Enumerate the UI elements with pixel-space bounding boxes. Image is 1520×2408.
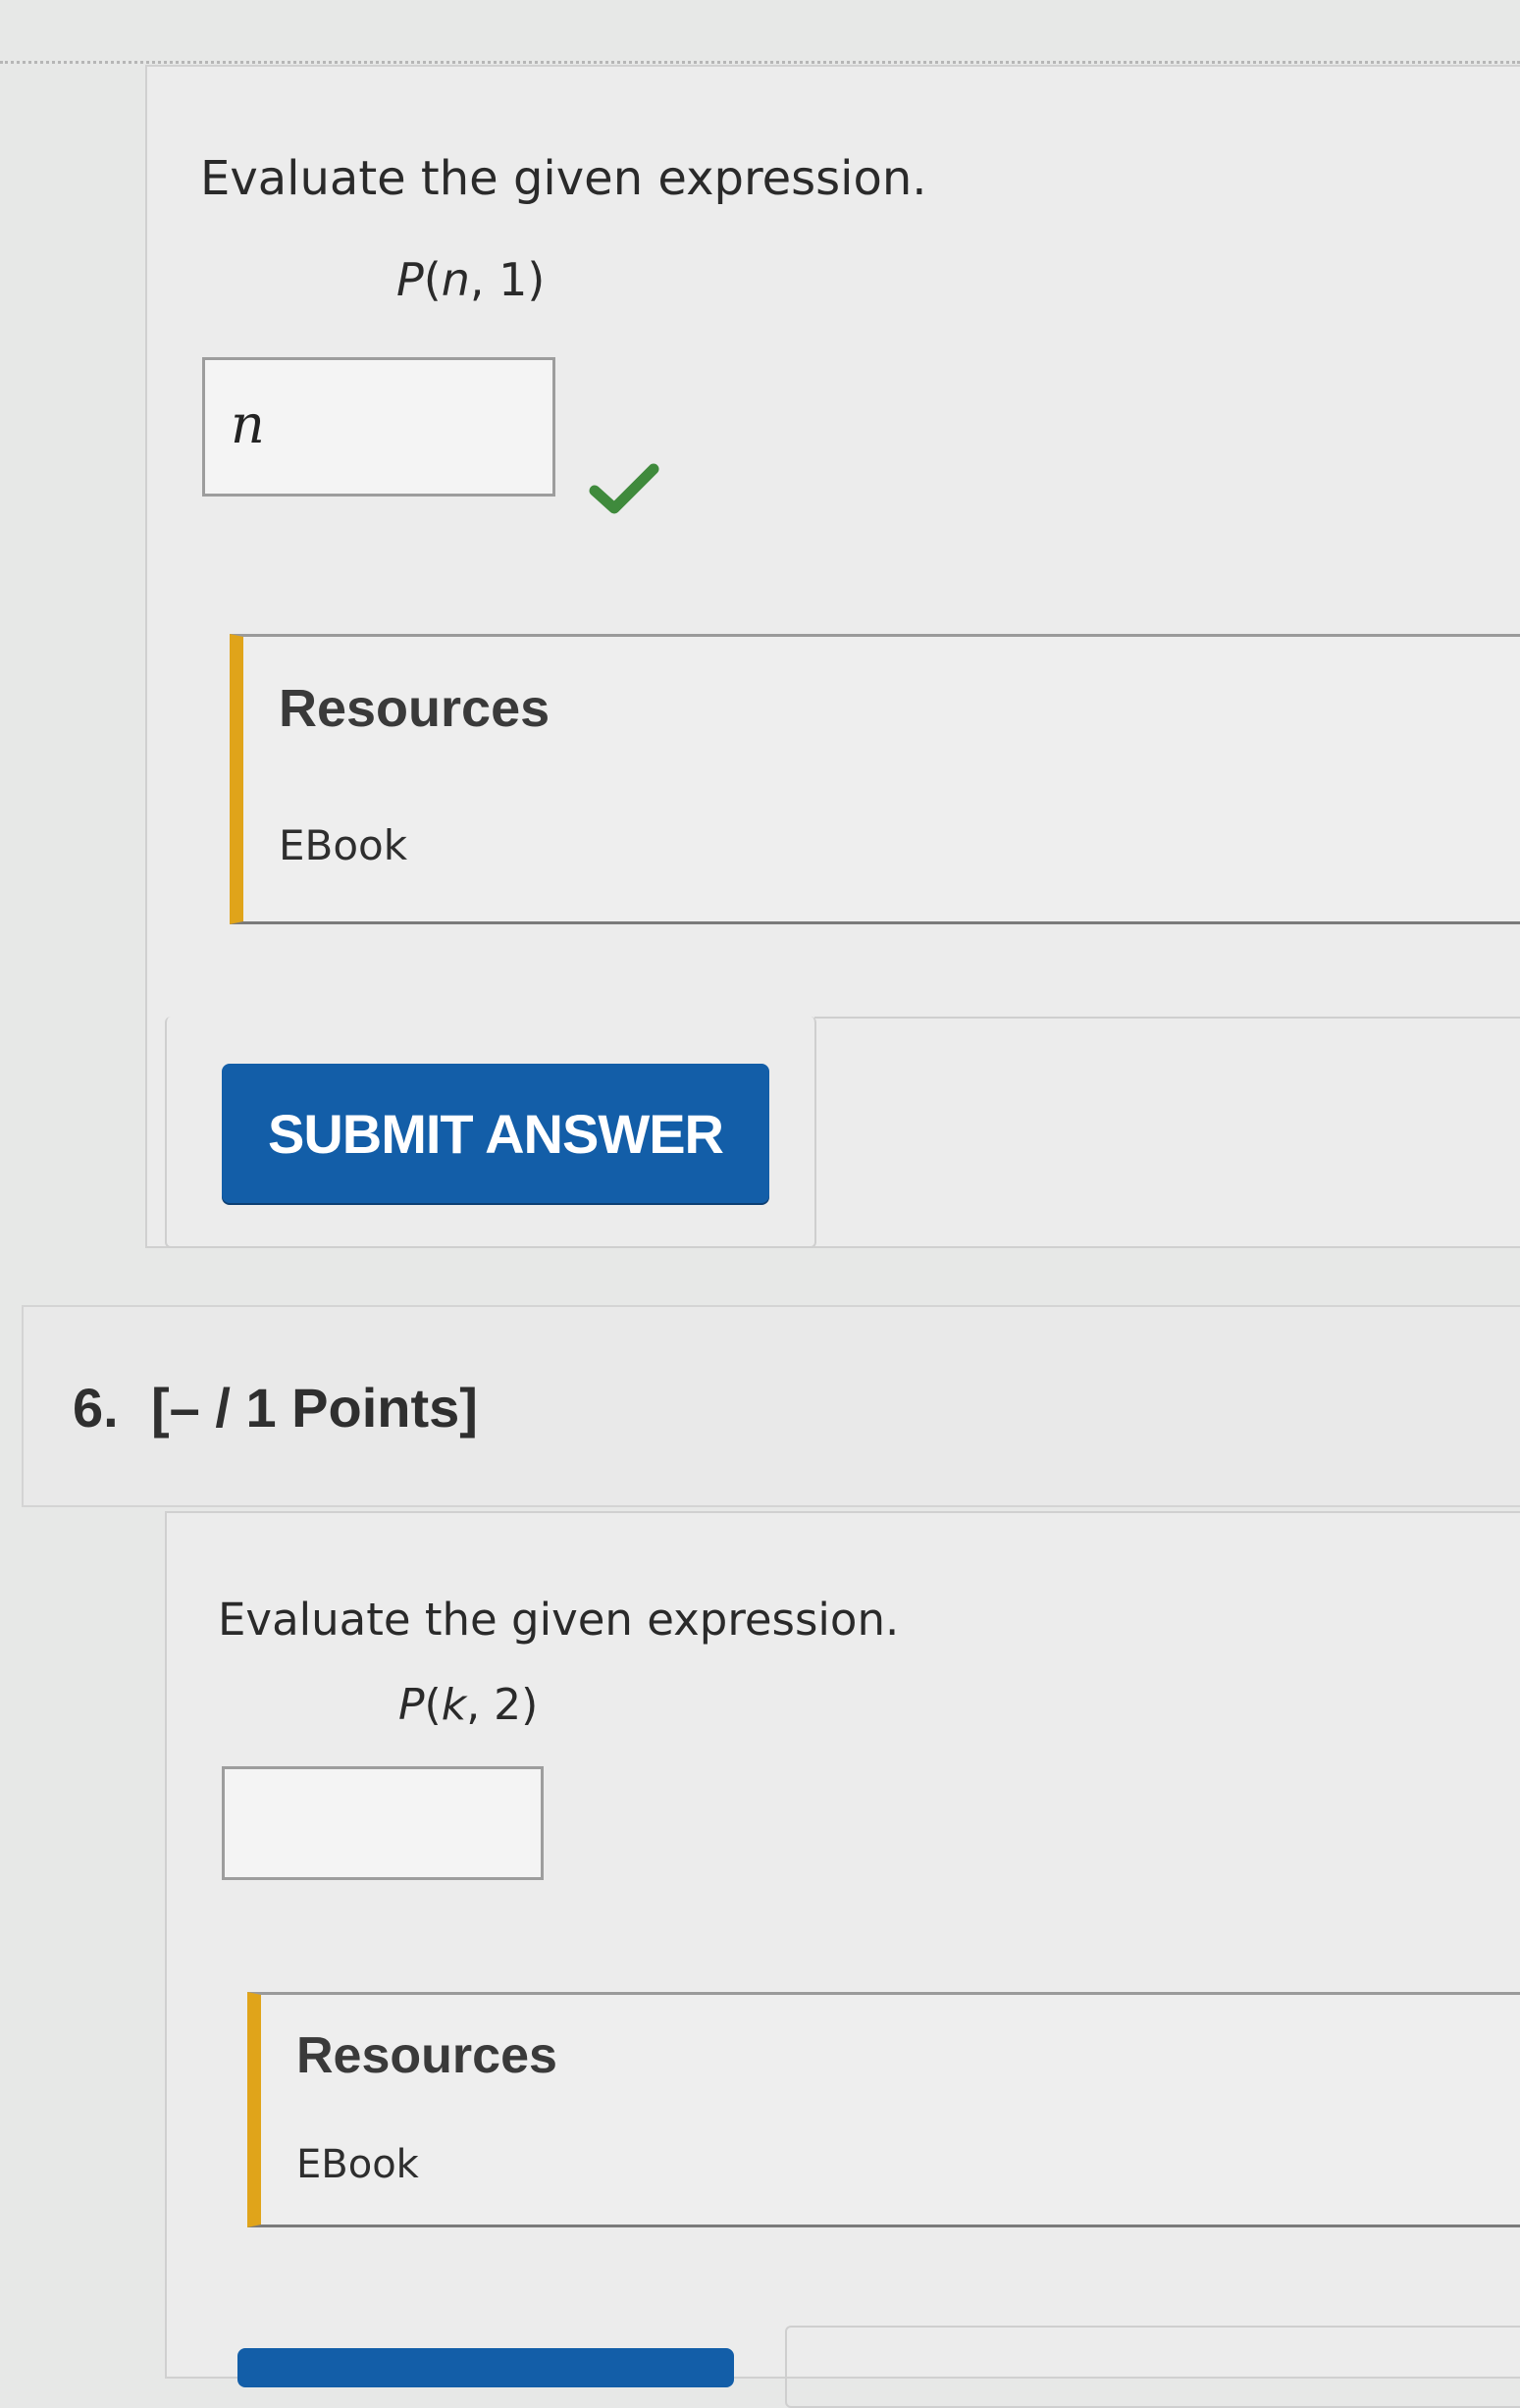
question-6-header: 6. [– / 1 Points] xyxy=(22,1305,1520,1507)
question-6-points: [– / 1 Points] xyxy=(151,1377,478,1439)
question-5-resources-title: Resources xyxy=(279,679,550,738)
question-6-number: 6. xyxy=(73,1377,119,1439)
question-5-ebook-link[interactable]: EBook xyxy=(279,821,407,869)
question-6-prompt: Evaluate the given expression. xyxy=(218,1594,900,1646)
submit-frame-top xyxy=(814,1017,1520,1019)
submit-answer-button[interactable]: SUBMIT ANSWER xyxy=(222,1064,769,1203)
question-5-answer-input[interactable]: n xyxy=(202,357,555,497)
question-5-expression: P(n, 1) xyxy=(396,253,546,306)
question-6-resources-title: Resources xyxy=(296,2027,557,2084)
question-6-resources-panel: Resources EBook xyxy=(247,1992,1520,2227)
question-6-submit-button-partial[interactable] xyxy=(237,2348,734,2387)
check-icon xyxy=(589,463,659,514)
question-6-expression: P(k, 2) xyxy=(398,1680,539,1730)
question-5-resources-panel: Resources EBook xyxy=(230,634,1520,924)
question-5-answer-value: n xyxy=(231,393,265,455)
question-6-ebook-link[interactable]: EBook xyxy=(296,2142,419,2187)
question-6-answer-input[interactable] xyxy=(222,1766,544,1880)
question-6-submit-frame xyxy=(785,2326,1520,2408)
top-divider xyxy=(0,61,1520,64)
question-5-prompt: Evaluate the given expression. xyxy=(200,151,927,206)
